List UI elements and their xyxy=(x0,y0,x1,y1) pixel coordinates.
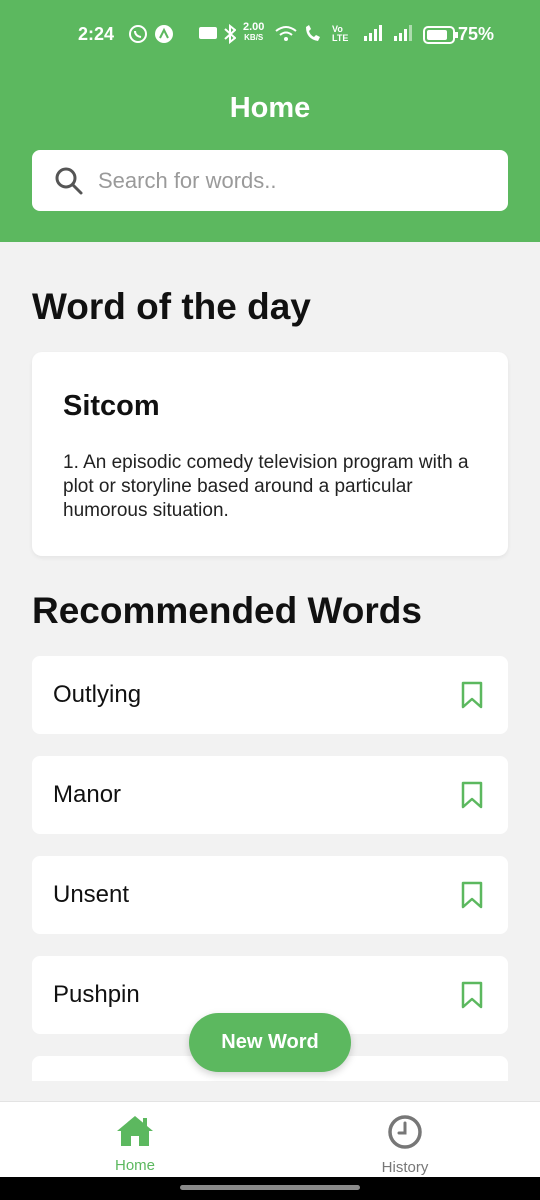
page-title: Home xyxy=(229,92,311,124)
word-label: Pushpin xyxy=(53,981,140,1008)
gesture-handle[interactable] xyxy=(180,1185,360,1190)
word-of-day-card[interactable]: Sitcom 1. An episodic comedy television … xyxy=(32,352,508,556)
battery-icon xyxy=(423,26,459,49)
list-item[interactable]: Manor xyxy=(32,756,508,834)
bluetooth-icon xyxy=(224,23,237,49)
bookmark-icon[interactable] xyxy=(461,881,483,909)
search-input[interactable] xyxy=(98,167,478,194)
status-time: 2:24 xyxy=(78,24,115,44)
call-icon xyxy=(302,24,326,49)
system-nav-bar xyxy=(0,1177,540,1200)
new-word-button[interactable]: New Word xyxy=(189,1013,351,1072)
nav-history[interactable]: History xyxy=(335,1114,475,1176)
signal-icon-2 xyxy=(392,24,416,47)
search-icon xyxy=(55,167,83,194)
status-bar: 2:24 2.00 KB/S Vo LTE 75% xyxy=(0,0,540,70)
app-header: 2:24 2.00 KB/S Vo LTE 75% Home Search fo… xyxy=(0,0,540,242)
bookmark-icon[interactable] xyxy=(461,781,483,809)
app-notification-icon xyxy=(154,24,174,49)
word-label: Manor xyxy=(53,781,122,808)
word-of-day-definition: 1. An episodic comedy television program… xyxy=(63,452,469,521)
list-item[interactable]: Unsent xyxy=(32,856,508,934)
search-bar[interactable] xyxy=(32,150,508,211)
nav-history-label: History xyxy=(381,1159,429,1176)
wifi-icon xyxy=(274,24,298,49)
bookmark-icon[interactable] xyxy=(461,981,483,1009)
whatsapp-icon xyxy=(128,24,148,49)
word-of-day-word: Sitcom xyxy=(63,390,160,422)
word-label: Unsent xyxy=(53,881,130,908)
clock-icon xyxy=(388,1115,422,1149)
network-speed: 2.00 KB/S xyxy=(243,21,265,43)
word-label: Outlying xyxy=(53,681,142,708)
nfc-icon xyxy=(198,24,218,47)
bottom-nav: Home History xyxy=(0,1101,540,1177)
list-item[interactable]: Outlying xyxy=(32,656,508,734)
recommended-heading: Recommended Words xyxy=(32,590,422,631)
nav-home-label: Home xyxy=(114,1157,155,1174)
home-icon xyxy=(117,1116,153,1146)
volte-icon: Vo LTE xyxy=(332,24,349,43)
bookmark-icon[interactable] xyxy=(461,681,483,709)
signal-icon xyxy=(356,24,384,47)
nav-home[interactable]: Home xyxy=(65,1114,205,1174)
battery-level: 75% xyxy=(457,24,494,44)
word-of-day-heading: Word of the day xyxy=(32,286,311,327)
